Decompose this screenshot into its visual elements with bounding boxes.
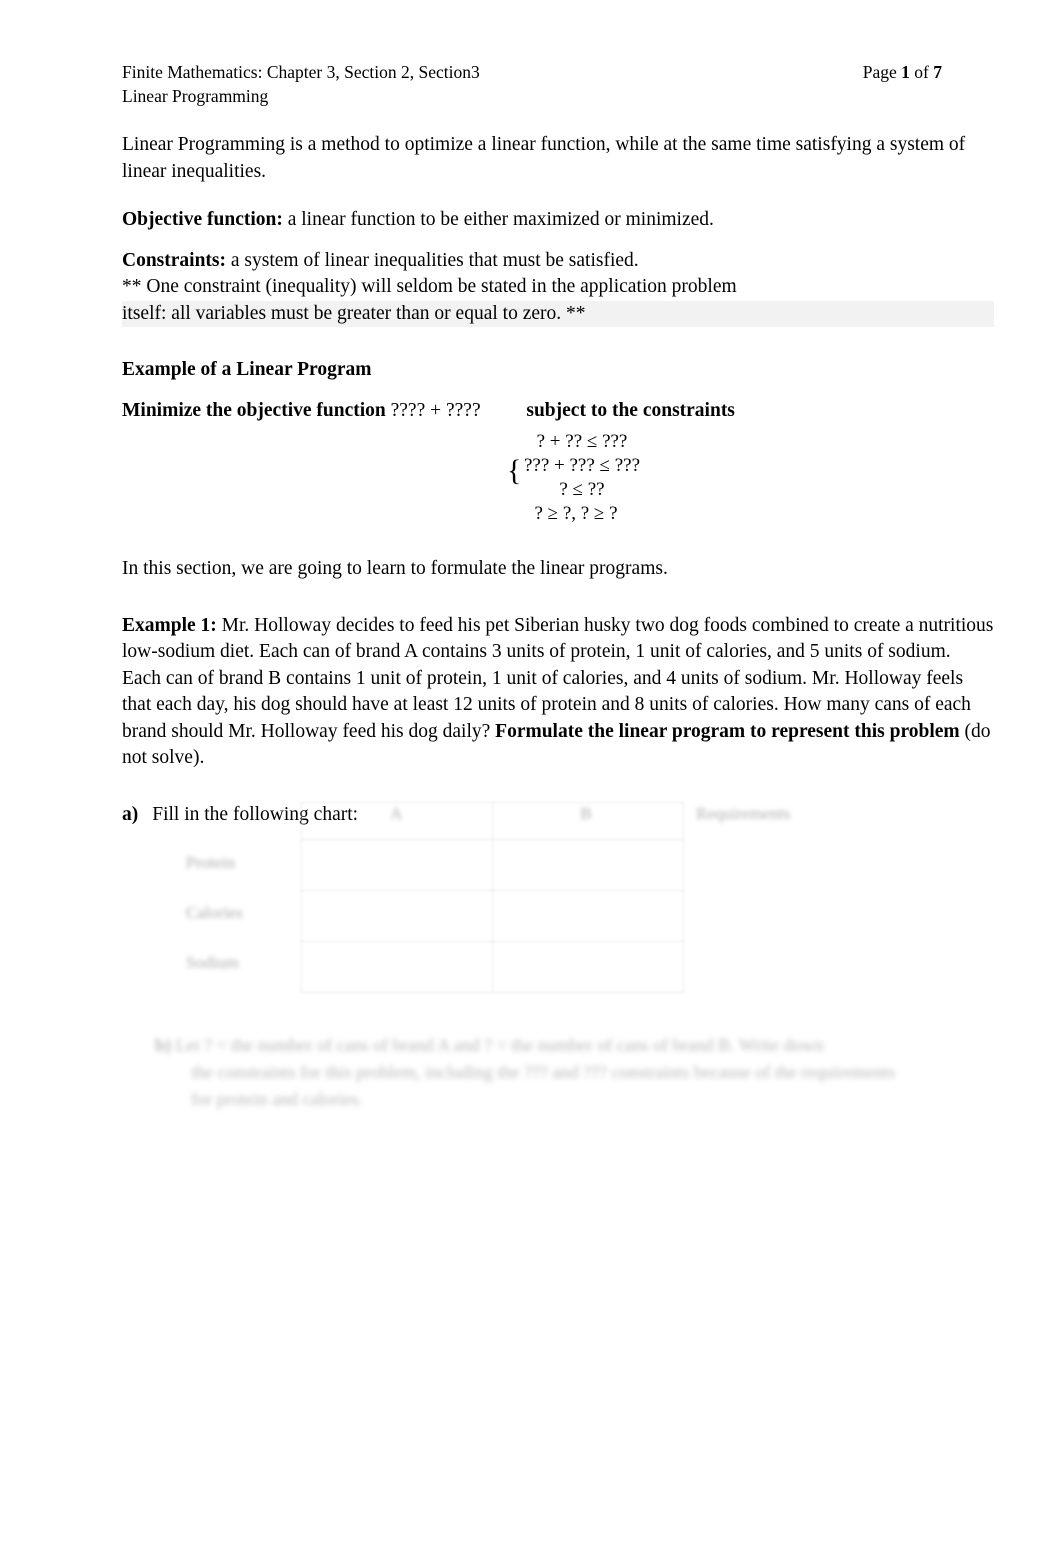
constraint-line-3: ? ≤ ?? bbox=[559, 479, 605, 500]
objective-function-definition: Objective function: a linear function to… bbox=[122, 207, 994, 234]
cell-calories-requirements[interactable] bbox=[684, 891, 879, 942]
cell-sodium-b[interactable] bbox=[492, 941, 684, 993]
cell-calories-b[interactable] bbox=[492, 890, 684, 942]
cell-sodium-a[interactable] bbox=[301, 941, 493, 993]
page-current: 1 bbox=[901, 62, 910, 82]
constraints-note-line1: ** One constraint (inequality) will seld… bbox=[122, 276, 737, 297]
page-of: of bbox=[914, 62, 929, 82]
objective-expression: ???? + ???? bbox=[390, 399, 481, 421]
constraint-line-1: ? + ?? ≤ ??? bbox=[536, 431, 628, 452]
nutrition-chart: A B Requirements Protein Calories Sodium bbox=[186, 802, 886, 993]
header-title-line2: Linear Programming bbox=[122, 86, 269, 106]
header-cell-b bbox=[492, 802, 684, 840]
page-total: 7 bbox=[933, 62, 942, 82]
document-body: Linear Programming is a method to optimi… bbox=[122, 132, 994, 828]
header-title-line1: Finite Mathematics: Chapter 3, Section 2… bbox=[122, 62, 480, 82]
constraint-line-2: ??? + ??? ≤ ??? bbox=[523, 455, 641, 476]
constraints-term: Constraints: bbox=[122, 249, 227, 271]
header-title-row: Finite Mathematics: Chapter 3, Section 2… bbox=[122, 60, 942, 84]
example1-paragraph: Example 1: Mr. Holloway decides to feed … bbox=[122, 613, 994, 772]
section-intro-paragraph: In this section, we are going to learn t… bbox=[122, 558, 668, 579]
cell-sodium-requirements[interactable] bbox=[684, 942, 879, 993]
item-b-line3: for protein and calories. bbox=[191, 1089, 363, 1109]
page-header: Finite Mathematics: Chapter 3, Section 2… bbox=[122, 60, 942, 108]
table-header-row bbox=[301, 802, 879, 840]
chart-row-labels: Protein Calories Sodium bbox=[186, 838, 298, 988]
chart-row-label-protein: Protein bbox=[186, 853, 236, 872]
table-row bbox=[301, 941, 879, 993]
table-row bbox=[301, 839, 879, 891]
minimize-objective-line: Minimize the objective function ???? + ?… bbox=[122, 398, 994, 425]
chart-table bbox=[301, 802, 879, 993]
header-cell-a bbox=[301, 802, 493, 840]
item-a-marker: a) bbox=[122, 803, 139, 825]
cell-protein-a[interactable] bbox=[301, 839, 493, 891]
example-block-heading: Example of a Linear Program bbox=[122, 357, 994, 384]
example-block-heading-text: Example of a Linear Program bbox=[122, 359, 372, 380]
item-b-marker: b) bbox=[155, 1035, 172, 1055]
header-cell-requirements bbox=[684, 803, 879, 840]
chart-row-label-sodium: Sodium bbox=[186, 953, 239, 972]
constraints-definition: Constraints: a system of linear inequali… bbox=[122, 248, 994, 275]
page-number-indicator: Page 1 of 7 bbox=[863, 60, 942, 84]
constraints-note-line2: itself: all variables must be greater th… bbox=[122, 300, 994, 327]
item-b-text-line1: Let ? = the number of cans of brand A an… bbox=[175, 1035, 824, 1055]
objective-function-term: Objective function: bbox=[122, 209, 283, 230]
cell-calories-a[interactable] bbox=[301, 890, 493, 942]
table-row bbox=[301, 890, 879, 942]
document-page: Finite Mathematics: Chapter 3, Section 2… bbox=[0, 0, 1062, 1556]
constraint-line-4: ? ≥ ?, ? ≥ ? bbox=[534, 503, 618, 524]
example1-bold-tail: Formulate the linear program to represen… bbox=[495, 720, 960, 742]
constraint-system: { ? + ?? ≤ ??? ??? + ??? ≤ ??? ? ≤ ?? ? … bbox=[122, 430, 994, 526]
left-brace: { bbox=[507, 454, 522, 487]
constraints-text: a system of linear inequalities that mus… bbox=[226, 249, 639, 271]
example1-label: Example 1: bbox=[122, 614, 217, 636]
cell-protein-requirements[interactable] bbox=[684, 840, 879, 891]
objective-function-text: a linear function to be either maximized… bbox=[282, 209, 714, 230]
subject-to-constraints-label: subject to the constraints bbox=[526, 399, 735, 421]
item-b-line1: b) Let ? = the number of cans of brand A… bbox=[155, 1032, 1015, 1059]
intro-paragraph: Linear Programming is a method to optimi… bbox=[122, 134, 966, 182]
page-label: Page bbox=[862, 62, 897, 82]
item-b-line2: the constraints for this problem, includ… bbox=[191, 1062, 896, 1082]
minimize-label: Minimize the objective function bbox=[122, 399, 386, 421]
cell-protein-b[interactable] bbox=[492, 839, 684, 891]
chart-row-label-calories: Calories bbox=[186, 903, 243, 922]
item-b: b) Let ? = the number of cans of brand A… bbox=[155, 1032, 1015, 1113]
